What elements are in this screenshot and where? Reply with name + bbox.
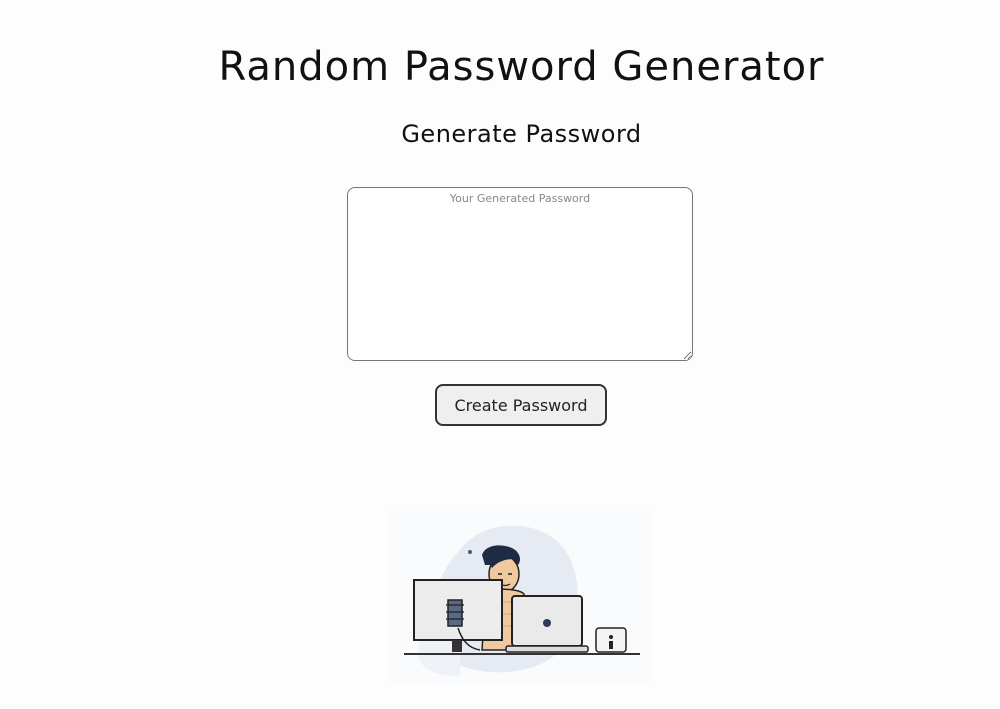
create-password-button[interactable]: Create Password (435, 384, 607, 426)
page-title: Random Password Generator (218, 44, 825, 90)
password-output-textarea[interactable] (347, 187, 693, 361)
page-subtitle: Generate Password (401, 120, 642, 148)
laptop (505, 595, 589, 653)
speaker-device (595, 627, 627, 653)
page: Random Password Generator Generate Passw… (0, 0, 1000, 709)
person-at-computers-illustration (390, 510, 650, 683)
decor-dot (468, 550, 472, 554)
